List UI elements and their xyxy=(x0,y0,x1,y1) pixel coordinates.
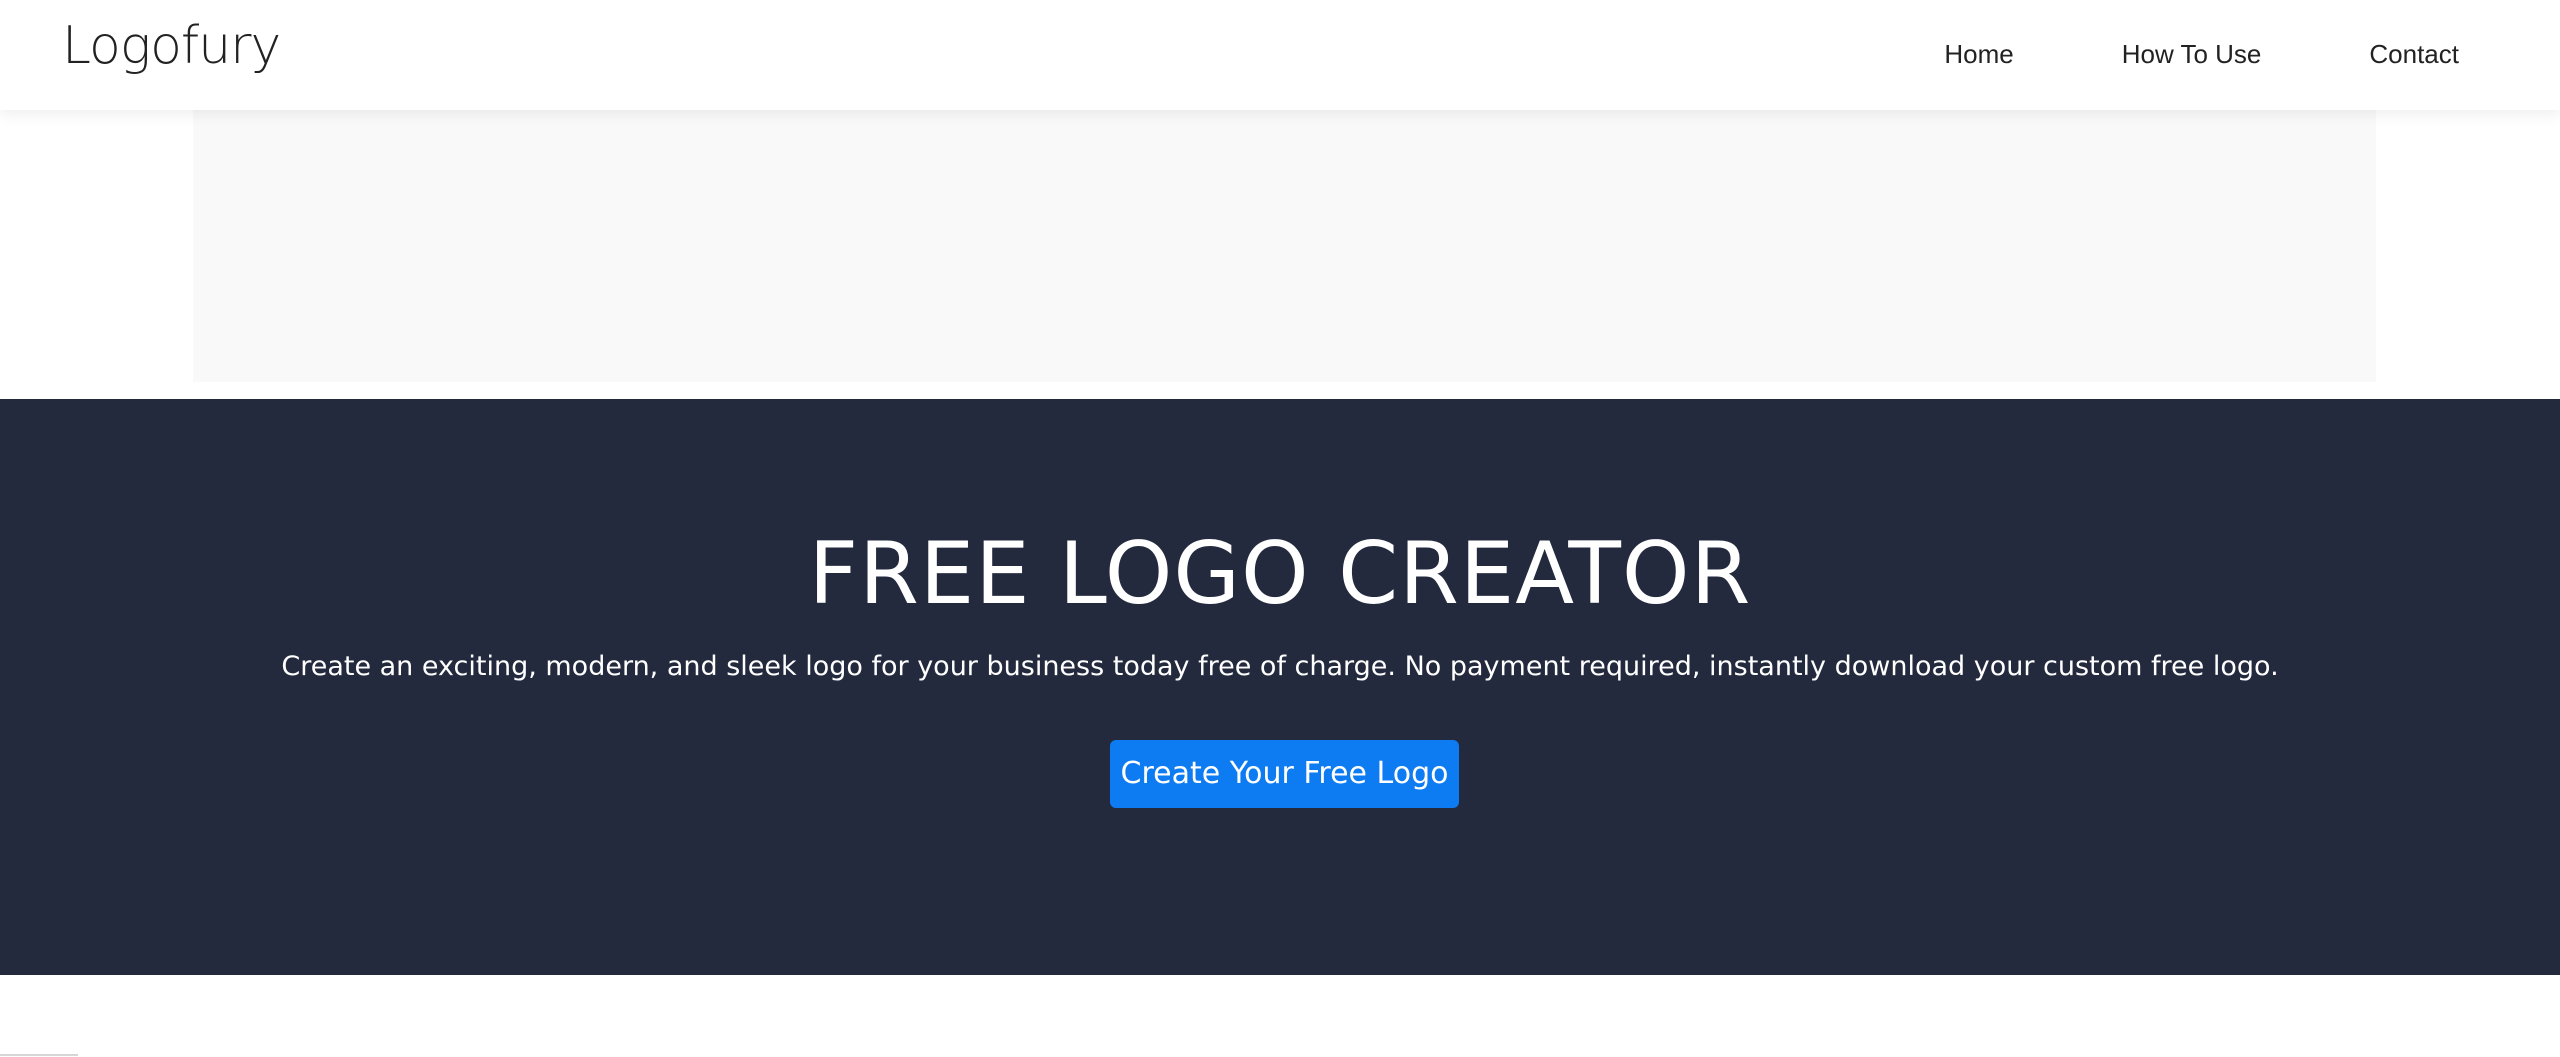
hero-subtitle: Create an exciting, modern, and sleek lo… xyxy=(281,651,2279,682)
ad-placeholder xyxy=(193,110,2376,382)
site-logo[interactable]: Logofury xyxy=(62,14,281,78)
hero-title: FREE LOGO CREATOR xyxy=(808,524,1752,624)
divider-line xyxy=(0,1054,78,1056)
site-header: Logofury Home How To Use Contact xyxy=(0,0,2560,110)
nav-link-how-to-use[interactable]: How To Use xyxy=(2122,36,2262,72)
main-nav: Home How To Use Contact xyxy=(1944,36,2459,72)
nav-link-home[interactable]: Home xyxy=(1944,36,2013,72)
hero-section: FREE LOGO CREATOR Create an exciting, mo… xyxy=(0,399,2560,975)
nav-link-contact[interactable]: Contact xyxy=(2369,36,2459,72)
create-free-logo-button[interactable]: Create Your Free Logo xyxy=(1110,740,1459,808)
